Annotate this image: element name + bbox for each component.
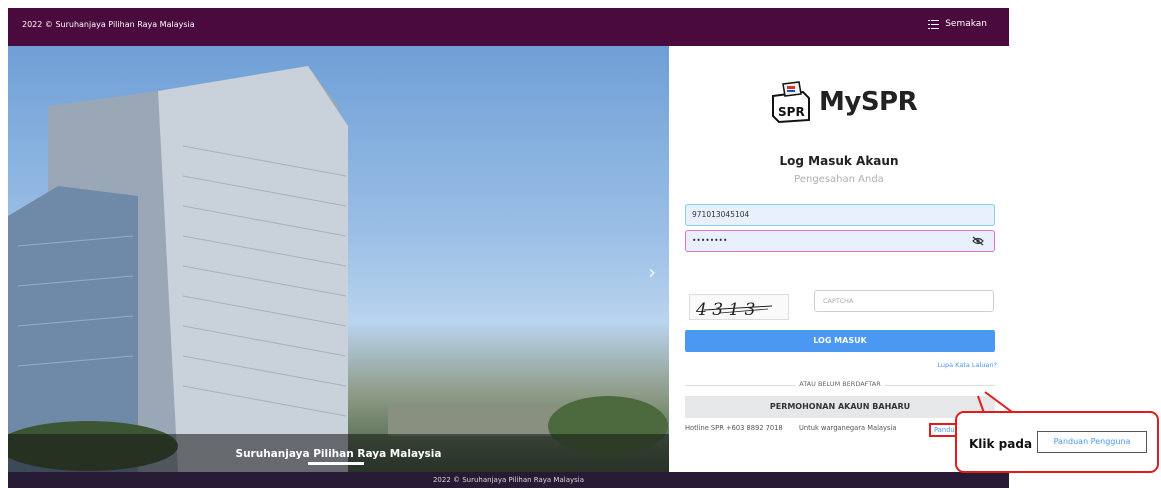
- logo-text: MySPR: [819, 87, 918, 117]
- building-illustration: [8, 66, 668, 472]
- captcha-input[interactable]: CAPTCHA: [814, 290, 994, 312]
- new-account-button[interactable]: PERMOHONAN AKAUN BAHARU: [685, 396, 995, 418]
- semakan-label: Semakan: [945, 19, 987, 29]
- hotline-text: Hotline SPR +603 8892 7018: [685, 424, 783, 432]
- eye-slash-icon[interactable]: [972, 236, 984, 246]
- myspr-logo: SPR MySPR: [769, 80, 918, 124]
- instruction-callout: Klik pada Panduan Pengguna: [955, 411, 1159, 473]
- semakan-button[interactable]: Semakan: [928, 19, 987, 29]
- ic-number-value: 971013045104: [692, 210, 750, 219]
- ic-number-input[interactable]: 971013045104: [685, 204, 995, 226]
- forgot-password-link[interactable]: Lupa Kata Laluan?: [937, 361, 997, 369]
- password-value: ••••••••: [692, 236, 728, 245]
- form-subtitle: Pengesahan Anda: [794, 174, 884, 185]
- form-title: Log Masuk Akaun: [779, 154, 899, 168]
- caption-underline: [308, 462, 364, 465]
- next-slide-arrow[interactable]: ›: [648, 260, 656, 284]
- top-bar: 2022 © Suruhanjaya Pilihan Raya Malaysia…: [8, 8, 1009, 46]
- citizen-text: Untuk warganegara Malaysia: [799, 424, 897, 432]
- captcha-placeholder: CAPTCHA: [823, 297, 854, 305]
- hero-image: › Suruhanjaya Pilihan Raya Malaysia: [8, 46, 669, 472]
- callout-klik-text: Klik pada: [969, 437, 1033, 451]
- password-input[interactable]: ••••••••: [685, 230, 995, 252]
- svg-text:SPR: SPR: [778, 105, 805, 119]
- topbar-copyright: 2022 © Suruhanjaya Pilihan Raya Malaysia: [22, 20, 195, 29]
- login-button[interactable]: LOG MASUK: [685, 330, 995, 352]
- hero-caption: Suruhanjaya Pilihan Raya Malaysia: [235, 448, 442, 460]
- divider: ATAU BELUM BERDAFTAR: [685, 379, 995, 391]
- ballot-box-icon: SPR: [772, 81, 810, 124]
- bottom-bar: 2022 © Suruhanjaya Pilihan Raya Malaysia: [8, 472, 1009, 488]
- page-frame: 2022 © Suruhanjaya Pilihan Raya Malaysia…: [8, 8, 1009, 488]
- login-panel: SPR MySPR Log Masuk Akaun Pengesahan And…: [669, 46, 1009, 472]
- captcha-image: 4 3 1 3: [689, 294, 789, 320]
- list-icon: [928, 19, 940, 29]
- divider-text: ATAU BELUM BERDAFTAR: [799, 380, 881, 388]
- callout-guide-sample: Panduan Pengguna: [1037, 431, 1147, 453]
- divider-line-right: [885, 385, 995, 386]
